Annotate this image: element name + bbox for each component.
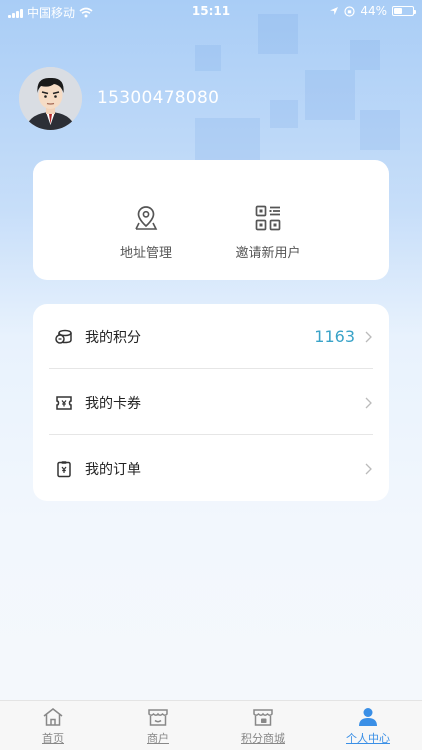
menu-item-orders-label: 我的订单	[85, 461, 141, 478]
home-icon	[43, 708, 63, 726]
bottom-tab-bar: 首页 商户 积分商城 个人中心	[0, 700, 422, 750]
qr-code-icon	[255, 205, 281, 231]
user-phone-number: 15300478080	[97, 88, 220, 108]
points-value: 1163	[314, 327, 355, 346]
tab-home[interactable]: 首页	[13, 707, 93, 746]
user-avatar-icon[interactable]	[19, 67, 82, 130]
tab-points-mall[interactable]: 积分商城	[223, 707, 303, 746]
invite-new-user-button[interactable]: 邀请新用户	[213, 204, 323, 261]
battery-percent: 44%	[360, 4, 387, 18]
menu-item-points[interactable]: 我的积分 1163	[49, 304, 373, 369]
coupon-icon	[56, 395, 72, 410]
invite-new-user-label: 邀请新用户	[235, 246, 301, 261]
address-management-button[interactable]: 地址管理	[91, 204, 201, 261]
menu-item-coupons-label: 我的卡券	[85, 395, 141, 412]
battery-icon	[392, 6, 416, 16]
chevron-right-icon	[365, 397, 372, 408]
tab-personal-center[interactable]: 个人中心	[328, 707, 408, 746]
order-clipboard-icon	[57, 460, 71, 477]
menu-item-points-label: 我的积分	[85, 329, 141, 346]
location-arrow-icon	[330, 7, 339, 15]
address-management-label: 地址管理	[119, 246, 172, 261]
chevron-right-icon	[365, 463, 372, 474]
points-mall-icon	[253, 709, 273, 726]
tab-merchants-label: 商户	[147, 732, 169, 745]
user-icon	[359, 708, 377, 726]
tab-home-label: 首页	[42, 732, 64, 745]
store-icon	[148, 709, 168, 726]
status-bar: 中国移动 15:11 44%	[0, 0, 422, 22]
tab-personal-center-label: 个人中心	[346, 732, 390, 745]
chevron-right-icon	[365, 331, 372, 342]
coins-icon	[55, 329, 72, 344]
orientation-lock-icon	[344, 5, 355, 17]
tab-points-mall-label: 积分商城	[241, 732, 285, 745]
quick-actions-card: 地址管理 邀请新用户	[33, 160, 389, 280]
account-menu-card: 我的积分 1163 我的卡券 我的订单	[33, 304, 389, 501]
location-pin-icon	[135, 206, 158, 230]
tab-merchants[interactable]: 商户	[118, 707, 198, 746]
menu-item-orders[interactable]: 我的订单	[49, 436, 373, 501]
menu-item-coupons[interactable]: 我的卡券	[49, 370, 373, 435]
